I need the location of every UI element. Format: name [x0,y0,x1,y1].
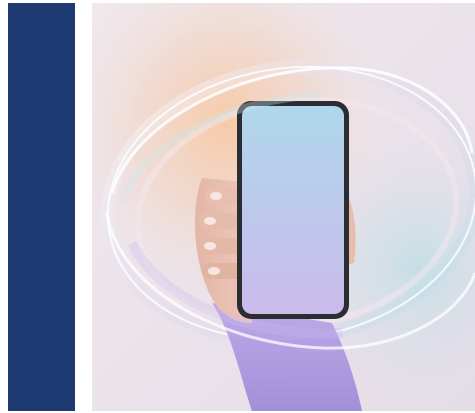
hero-illustration [92,3,475,411]
page [0,0,475,413]
hero-image [92,3,475,411]
sidebar-panel [8,3,75,411]
